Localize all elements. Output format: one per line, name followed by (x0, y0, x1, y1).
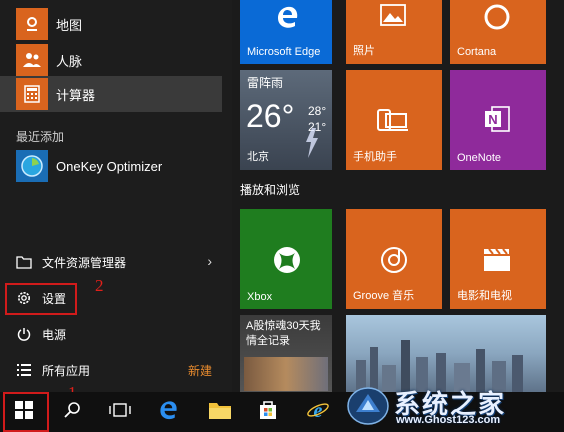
app-label-people: 人脉 (56, 53, 83, 69)
chevron-right-icon[interactable]: › (207, 253, 212, 269)
lightning-icon (306, 128, 318, 158)
tile-cortana[interactable]: Cortana (450, 0, 546, 64)
groove-icon (379, 245, 409, 280)
tile-label-groove: Groove 音乐 (353, 290, 415, 302)
folder-icon (14, 252, 34, 272)
photo-icon (380, 4, 406, 31)
power-label: 电源 (42, 327, 67, 342)
app-item-people[interactable]: 人脉 (0, 42, 222, 78)
tile-groove-music[interactable]: Groove 音乐 (346, 209, 442, 309)
site-watermark: 系统之家 www.Ghost123.com (346, 382, 560, 430)
task-view-icon (109, 402, 131, 423)
tile-label-photos: 照片 (353, 45, 375, 57)
onekey-optimizer-icon (16, 150, 48, 182)
store-bag-icon (257, 399, 279, 426)
taskbar-edge[interactable] (144, 392, 192, 432)
tile-label-phone: 手机助手 (353, 151, 397, 163)
tile-xbox[interactable]: Xbox (240, 209, 332, 309)
internet-explorer-icon: e (306, 398, 330, 427)
search-button[interactable] (48, 392, 96, 432)
app-label-calculator: 计算器 (56, 87, 96, 103)
phone-laptop-icon (376, 108, 408, 139)
recently-added-header: 最近添加 (16, 130, 65, 144)
weather-condition: 雷阵雨 (247, 76, 284, 90)
people-icon (16, 44, 48, 76)
power-icon (14, 324, 34, 344)
tile-label-edge: Microsoft Edge (247, 46, 321, 58)
taskbar-store[interactable] (244, 392, 292, 432)
watermark-logo-icon (347, 387, 389, 425)
folder-icon (208, 400, 232, 425)
xbox-icon (272, 245, 302, 280)
tile-label-movies: 电影和电视 (457, 290, 512, 302)
news-photo (244, 357, 328, 391)
news-headline: A股惊魂30天我 情全记录 (246, 320, 321, 347)
list-icon (14, 360, 34, 380)
tile-movies-tv[interactable]: 电影和电视 (450, 209, 546, 309)
file-explorer-label: 文件资源管理器 (42, 255, 127, 270)
taskbar-file-explorer[interactable] (196, 392, 244, 432)
tile-label-onenote: OneNote (457, 152, 502, 164)
power-item[interactable]: 电源 (0, 321, 232, 347)
task-view-button[interactable] (96, 392, 144, 432)
start-menu-app-list: 地图 人脉 计算器 最近添加 OneKey Optimizer 文件资源管理器 … (0, 0, 232, 392)
watermark-url: www.Ghost123.com (396, 414, 501, 426)
map-icon (16, 8, 48, 40)
svg-text:e: e (314, 400, 323, 422)
tile-label-xbox: Xbox (247, 291, 273, 303)
tile-phone-companion[interactable]: 手机助手 (346, 70, 442, 170)
app-label-maps: 地图 (56, 17, 83, 33)
all-apps-item[interactable]: 所有应用 新建 (0, 357, 232, 383)
tile-onenote[interactable]: N OneNote (450, 70, 546, 170)
app-label-onekey-optimizer: OneKey Optimizer (56, 158, 163, 174)
weather-high: 28° (308, 104, 327, 118)
calculator-icon (16, 78, 48, 110)
search-icon (63, 401, 81, 424)
onenote-icon: N (483, 105, 511, 138)
tile-news[interactable]: A股惊魂30天我 情全记录 (240, 315, 332, 392)
app-item-onekey-optimizer[interactable]: OneKey Optimizer (0, 148, 222, 184)
settings-highlight-box (5, 283, 77, 315)
taskbar-internet-explorer[interactable]: e (294, 392, 342, 432)
file-explorer-item[interactable]: 文件资源管理器 › (0, 249, 232, 275)
start-button-highlight-box (3, 392, 49, 432)
tile-weather[interactable]: 雷阵雨 26° 28° 21° 北京 (240, 70, 332, 170)
clapperboard-icon (482, 247, 512, 278)
cortana-icon (483, 3, 511, 36)
tile-city-photo[interactable] (346, 315, 546, 392)
weather-temp: 26° (246, 98, 295, 134)
group-header-play-browse: 播放和浏览 (240, 183, 301, 197)
tile-photos[interactable]: 照片 (346, 0, 442, 64)
tile-microsoft-edge[interactable]: Microsoft Edge (240, 0, 332, 64)
new-badge: 新建 (187, 364, 212, 378)
tile-label-cortana: Cortana (457, 46, 497, 58)
step-2-annotation: 2 (95, 276, 104, 295)
all-apps-label: 所有应用 (42, 363, 91, 378)
svg-text:N: N (488, 112, 497, 127)
app-item-calculator[interactable]: 计算器 (0, 76, 222, 112)
tile-label-weather-city: 北京 (247, 151, 269, 163)
app-item-maps[interactable]: 地图 (0, 6, 222, 42)
edge-icon (157, 399, 179, 426)
edge-icon (274, 4, 300, 35)
